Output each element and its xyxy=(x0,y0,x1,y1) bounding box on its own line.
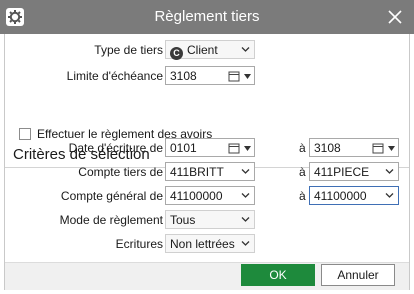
compte-general-from[interactable]: 41100000 xyxy=(165,186,255,205)
title-bar: Règlement tiers xyxy=(0,0,414,34)
cancel-button[interactable]: Annuler xyxy=(321,264,395,286)
mode-reglement-value: Tous xyxy=(170,213,196,227)
mode-reglement-label: Mode de règlement xyxy=(59,213,163,227)
limite-echeance-date[interactable]: 3108 xyxy=(165,66,255,85)
chevron-down-icon xyxy=(241,169,250,174)
date-ecriture-from[interactable]: 0101 xyxy=(165,138,255,157)
date-ecriture-to-label: à xyxy=(299,141,306,155)
chevron-down-icon xyxy=(385,169,394,174)
ok-button[interactable]: OK xyxy=(241,264,315,286)
calendar-icon xyxy=(228,71,240,82)
date-ecriture-from-value: 0101 xyxy=(170,141,197,155)
chevron-down-icon xyxy=(241,47,250,52)
compte-general-from-value: 41100000 xyxy=(170,189,223,203)
effectuer-avoirs-checkbox[interactable] xyxy=(19,128,31,140)
compte-tiers-from[interactable]: 411BRITT xyxy=(165,162,255,181)
chevron-down-icon xyxy=(241,217,250,222)
chevron-down-icon xyxy=(241,241,250,246)
ecritures-value: Non lettrées xyxy=(170,237,235,251)
date-ecriture-label: Date d'écriture de xyxy=(68,141,163,155)
date-ecriture-to[interactable]: 3108 xyxy=(309,138,399,157)
compte-tiers-to[interactable]: 411PIECE xyxy=(309,162,399,181)
client-badge-icon: C xyxy=(170,47,183,60)
chevron-down-icon xyxy=(244,146,251,151)
compte-general-to[interactable]: 41100000 xyxy=(309,186,399,205)
chevron-down-icon xyxy=(385,193,394,198)
chevron-down-icon xyxy=(244,74,251,79)
compte-tiers-to-label: à xyxy=(299,165,306,179)
compte-general-to-value: 41100000 xyxy=(314,189,367,203)
limite-echeance-label: Limite d'échéance xyxy=(66,69,163,83)
date-ecriture-to-value: 3108 xyxy=(314,141,341,155)
chevron-down-icon xyxy=(388,146,395,151)
window-title: Règlement tiers xyxy=(154,8,260,25)
compte-general-label: Compte général de xyxy=(60,189,163,203)
compte-tiers-to-value: 411PIECE xyxy=(314,165,370,179)
dialog-body: Type de tiers C Client Limite d'échéance … xyxy=(4,34,410,290)
mode-reglement-select[interactable]: Tous xyxy=(165,210,255,229)
type-tiers-label: Type de tiers xyxy=(94,43,163,57)
compte-tiers-from-value: 411BRITT xyxy=(170,165,224,179)
compte-tiers-label: Compte tiers de xyxy=(78,165,163,179)
calendar-icon xyxy=(372,143,384,154)
close-icon[interactable] xyxy=(382,4,408,30)
calendar-icon xyxy=(228,143,240,154)
compte-general-to-label: à xyxy=(299,189,306,203)
ecritures-label: Ecritures xyxy=(115,237,163,251)
chevron-down-icon xyxy=(241,193,250,198)
type-tiers-select[interactable]: C Client xyxy=(165,40,255,60)
limite-echeance-value: 3108 xyxy=(170,69,197,83)
type-tiers-value: Client xyxy=(187,43,218,57)
ecritures-select[interactable]: Non lettrées xyxy=(165,234,255,253)
